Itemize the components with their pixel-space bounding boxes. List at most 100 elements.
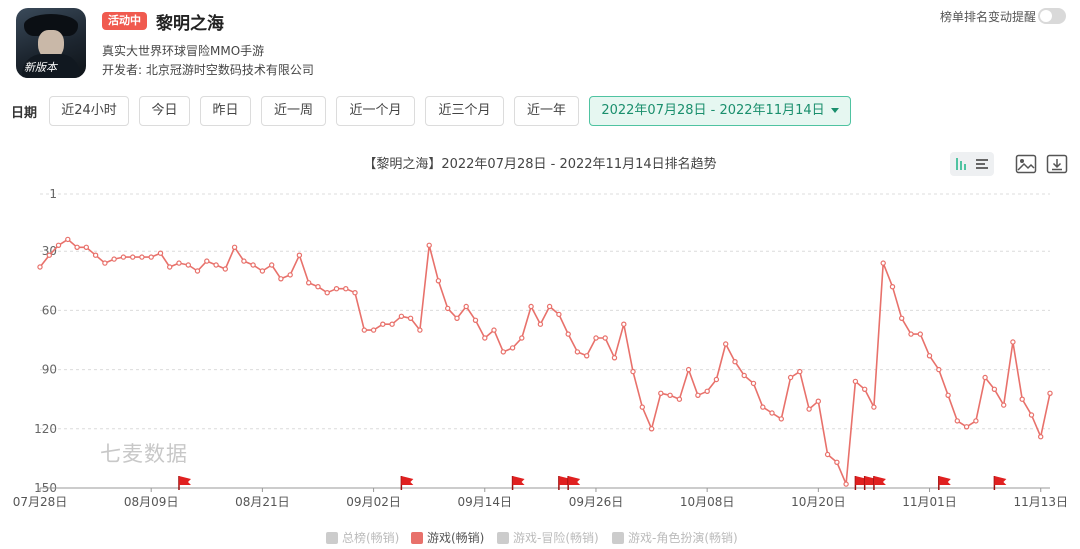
data-point [1001,402,1007,408]
data-point [92,252,99,258]
data-point [862,386,868,392]
legend-item-games[interactable]: 游戏(畅销) [411,530,484,546]
data-point [231,244,238,251]
data-point [1010,339,1016,345]
legend-swatch [411,531,423,544]
data-point [908,331,914,337]
data-point [982,374,988,381]
data-point [241,258,247,264]
status-badge: 活动中 [102,12,147,30]
y-tick-label: 60 [42,303,57,317]
x-tick-label: 07月28日 [13,495,68,509]
filter-month-button[interactable]: 近一个月 [336,96,415,126]
y-tick-label: 90 [42,363,57,377]
legend-item-overall[interactable]: 总榜(畅销) [326,530,399,546]
data-point [55,242,62,249]
data-point [676,396,683,402]
x-tick-label: 10月08日 [680,495,735,509]
data-point [584,353,590,359]
filter-week-button[interactable]: 近一周 [261,96,326,126]
list-icon[interactable] [976,159,988,169]
data-point [389,321,395,327]
date-filter-label: 日期 [11,106,38,121]
data-point [991,386,998,392]
legend-swatch [326,531,338,544]
data-point [472,317,479,323]
data-point [621,321,627,327]
data-point [685,366,692,373]
data-point [352,289,358,296]
x-tick-label: 11月13日 [1013,495,1068,509]
rank-alert-label: 榜单排名变动提醒 [939,10,1036,24]
data-point [500,349,506,355]
legend-item-adventure[interactable]: 游戏-冒险(畅销) [497,530,599,546]
bar-chart-icon[interactable] [956,158,966,170]
x-tick-label: 11月01日 [902,495,957,509]
data-point [380,321,386,327]
event-flag-icon [401,476,414,485]
filter-yesterday-button[interactable]: 昨日 [200,96,251,126]
data-point [917,331,924,337]
event-flag-icon [994,476,1007,485]
data-point [973,418,979,424]
data-point [936,366,942,373]
filter-year-button[interactable]: 近一年 [514,96,579,126]
data-point [899,315,905,321]
data-point [324,289,330,296]
data-point [287,272,293,278]
data-point [593,335,599,341]
data-point [658,390,664,396]
filter-today-button[interactable]: 今日 [139,96,190,126]
data-point [1047,390,1053,396]
data-point [213,262,219,268]
data-point [102,260,108,266]
app-icon-caption: 新版本 [24,61,57,74]
legend-label: 游戏-冒险(畅销) [513,531,599,545]
data-point [1019,396,1025,402]
data-point [407,315,414,321]
data-point [139,254,145,260]
x-tick-label: 09月02日 [346,495,401,509]
data-point [65,236,71,243]
data-point [723,341,729,347]
data-point [713,376,720,383]
data-point [824,451,831,458]
data-point [157,250,164,256]
event-flag-icon [178,476,191,485]
x-tick-label: 08月09日 [124,495,179,509]
app-icon: 新版本 [16,8,86,78]
data-point [630,368,636,375]
data-point [398,313,405,319]
data-point [546,303,553,310]
data-point [463,303,469,310]
data-point [963,424,970,430]
data-point [945,392,951,398]
rank-alert-toggle[interactable] [1038,8,1066,24]
data-point [769,410,775,416]
data-point [454,315,460,321]
data-point [46,252,53,258]
data-point [750,380,757,387]
app-title: 黎明之海 [156,14,224,34]
data-point [417,327,423,333]
data-point [435,278,442,284]
watermark: 七麦数据 [100,442,188,466]
data-point [111,256,117,262]
legend-item-rpg[interactable]: 游戏-角色扮演(畅销) [612,530,738,546]
data-point [315,283,321,290]
data-point [639,404,646,410]
legend-label: 总榜(畅销) [342,531,400,545]
data-point [1037,434,1044,440]
data-point [176,260,182,266]
data-point [565,331,571,337]
filter-24h-button[interactable]: 近24小时 [49,96,129,126]
date-range-picker[interactable]: 2022年07月28日 - 2022年11月14日 [589,96,851,126]
series-line [39,238,1051,485]
data-point [815,398,822,404]
data-point [306,280,312,286]
data-point [889,283,896,290]
data-point [834,459,840,465]
data-point [574,349,581,355]
filter-3months-button[interactable]: 近三个月 [425,96,504,126]
data-point [602,335,608,341]
